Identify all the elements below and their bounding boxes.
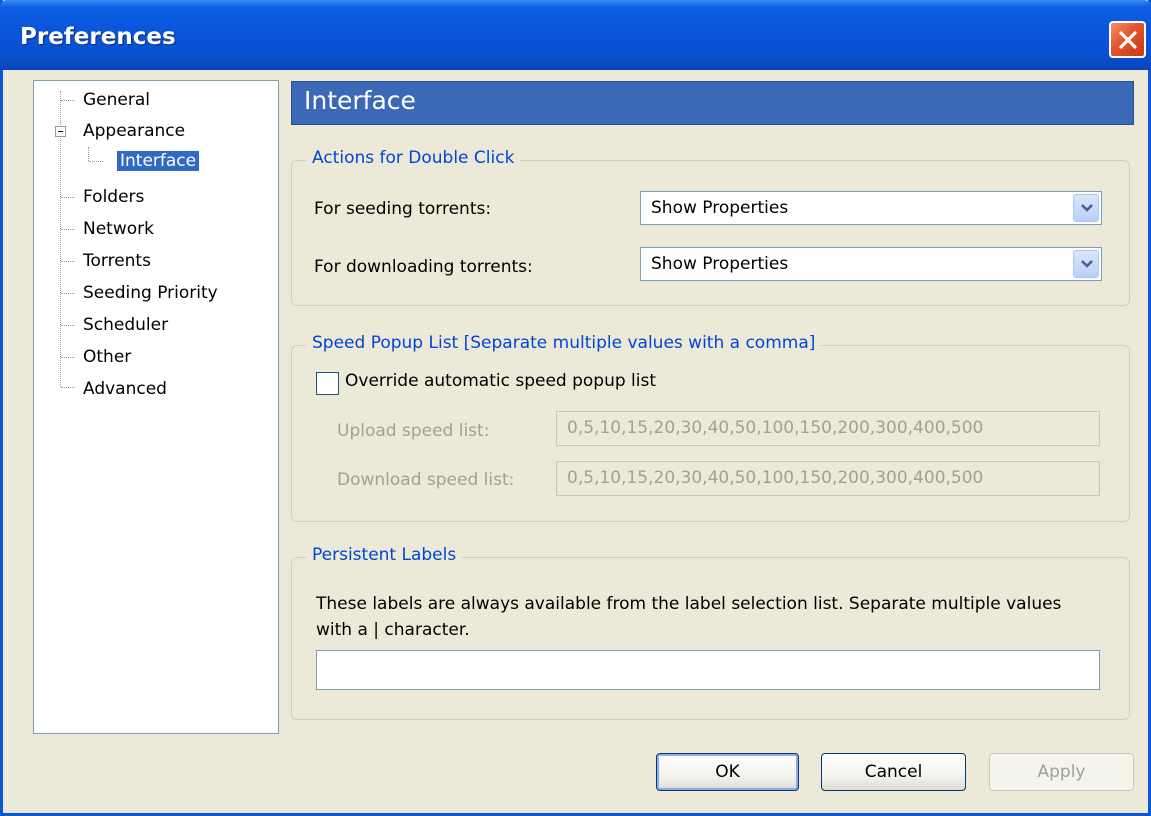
tree-item-label: Torrents [83,251,151,271]
window-title: Preferences [20,24,176,50]
tree-item-label: Scheduler [83,315,169,335]
preferences-dialog: Preferences General Appearance Interface… [0,0,1151,816]
persistent-labels-description: These labels are always available from t… [316,594,1062,640]
tree-item-label: General [83,90,150,110]
tree-item-label: Other [83,347,132,367]
title-bar[interactable]: Preferences [0,0,1151,70]
seeding-action-select[interactable]: Show Properties [640,191,1102,225]
tree-connector [61,293,75,294]
ok-button[interactable]: OK [656,753,799,791]
tree-item-other[interactable]: Other [80,344,134,370]
select-value: Show Properties [651,198,789,218]
close-button[interactable] [1109,21,1146,58]
persistent-labels-group: Persistent Labels These labels are alway… [291,545,1130,720]
download-speed-label: Download speed list: [337,470,515,490]
download-speed-field[interactable]: 0,5,10,15,20,30,40,50,100,150,200,300,40… [556,461,1100,496]
override-speed-label[interactable]: Override automatic speed popup list [345,371,656,391]
tree-connector [61,100,75,101]
tree-item-network[interactable]: Network [80,216,157,242]
tree-connector [61,261,75,262]
tree-item-general[interactable]: General [80,87,153,113]
tree-connector [88,147,89,161]
tree-item-seeding-priority[interactable]: Seeding Priority [80,280,221,306]
seeding-label: For seeding torrents: [314,199,492,219]
downloading-label: For downloading torrents: [314,257,533,277]
tree-connector [61,197,75,198]
tree-item-label: Folders [83,187,145,207]
collapse-icon[interactable] [55,126,66,137]
tree-connector [61,325,75,326]
tree-item-interface[interactable]: Interface [117,148,200,174]
tree-item-appearance[interactable]: Appearance [80,118,188,144]
preferences-tree[interactable]: General Appearance Interface Folders Net… [33,80,279,734]
group-legend: Speed Popup List [Separate multiple valu… [306,333,822,353]
chevron-down-icon [1081,260,1093,268]
group-legend: Persistent Labels [306,545,463,565]
tree-item-label: Interface [117,151,200,171]
apply-button[interactable]: Apply [989,753,1134,791]
dropdown-arrow[interactable] [1073,194,1099,222]
speed-popup-group: Speed Popup List [Separate multiple valu… [291,333,1130,522]
page-header: Interface [291,81,1134,125]
tree-connector [89,161,103,162]
group-legend: Actions for Double Click [306,148,521,168]
tree-item-scheduler[interactable]: Scheduler [80,312,171,338]
field-value: 0,5,10,15,20,30,40,50,100,150,200,300,40… [567,468,984,488]
tree-item-advanced[interactable]: Advanced [80,376,170,402]
persistent-labels-field[interactable] [316,650,1100,690]
tree-item-label: Network [83,219,154,239]
tree-item-label: Seeding Priority [83,283,218,303]
dropdown-arrow[interactable] [1073,250,1099,278]
tree-item-folders[interactable]: Folders [80,184,147,210]
upload-speed-field[interactable]: 0,5,10,15,20,30,40,50,100,150,200,300,40… [556,411,1100,446]
double-click-group: Actions for Double Click For seeding tor… [291,148,1130,306]
override-speed-checkbox[interactable] [316,372,339,395]
tree-connector [61,357,75,358]
tree-connector [61,229,75,230]
upload-speed-label: Upload speed list: [337,421,490,441]
downloading-action-select[interactable]: Show Properties [640,247,1102,281]
tree-item-torrents[interactable]: Torrents [80,248,154,274]
field-value: 0,5,10,15,20,30,40,50,100,150,200,300,40… [567,418,984,438]
tree-item-label: Appearance [83,121,186,141]
tree-connector [61,387,75,388]
chevron-down-icon [1081,204,1093,212]
page-title: Interface [304,86,416,115]
tree-item-label: Advanced [83,379,167,399]
cancel-button[interactable]: Cancel [821,753,966,791]
select-value: Show Properties [651,254,789,274]
